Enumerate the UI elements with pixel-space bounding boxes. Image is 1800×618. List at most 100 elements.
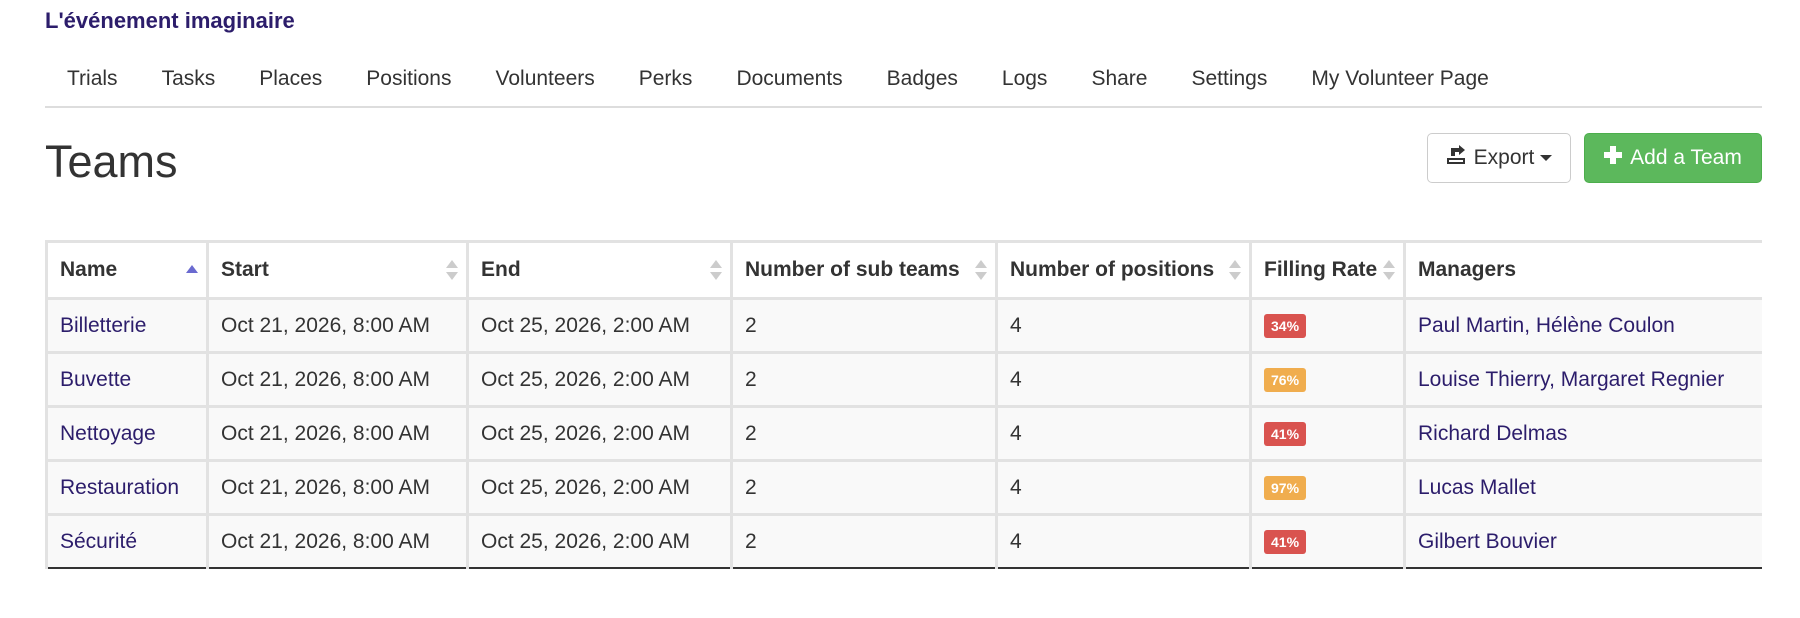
nav-item-perks[interactable]: Perks — [617, 56, 715, 102]
end-cell: Oct 25, 2026, 2:00 AM — [466, 513, 733, 569]
managers-cell: Gilbert Bouvier — [1403, 513, 1762, 569]
nav-item-logs[interactable]: Logs — [980, 56, 1070, 102]
nav-item-tasks[interactable]: Tasks — [140, 56, 238, 102]
filling-rate-cell: 34% — [1249, 297, 1406, 354]
end-cell: Oct 25, 2026, 2:00 AM — [466, 459, 733, 516]
nav-item-share[interactable]: Share — [1069, 56, 1169, 102]
table-row: Billetterie Oct 21, 2026, 8:00 AM Oct 25… — [45, 297, 1762, 354]
column-header-positions[interactable]: Number of positions — [995, 240, 1252, 300]
sort-ascending-icon — [186, 259, 198, 281]
event-title-link[interactable]: L'événement imaginaire — [45, 8, 295, 34]
column-header-sub-teams[interactable]: Number of sub teams — [730, 240, 998, 300]
managers-cell: Lucas Mallet — [1403, 459, 1762, 516]
column-header-end[interactable]: End — [466, 240, 733, 300]
sub-teams-cell: 2 — [730, 459, 998, 516]
managers-link[interactable]: Louise Thierry, Margaret Regnier — [1418, 368, 1724, 391]
table-row: Sécurité Oct 21, 2026, 8:00 AM Oct 25, 2… — [45, 513, 1762, 569]
teams-table: Name Start End Number of sub teams Numbe… — [45, 240, 1762, 569]
column-header-label: Start — [221, 258, 269, 281]
nav-item-places[interactable]: Places — [237, 56, 344, 102]
nav-item-settings[interactable]: Settings — [1169, 56, 1289, 102]
sort-icon — [446, 259, 458, 281]
positions-cell: 4 — [995, 459, 1252, 516]
add-team-label: Add a Team — [1630, 146, 1742, 169]
positions-cell: 4 — [995, 405, 1252, 462]
filling-rate-badge: 76% — [1264, 368, 1307, 392]
export-label: Export — [1473, 146, 1535, 169]
page: L'événement imaginaire Trials Tasks Plac… — [0, 0, 1800, 618]
column-header-start[interactable]: Start — [206, 240, 469, 300]
team-name-link[interactable]: Billetterie — [60, 314, 146, 337]
managers-link[interactable]: Richard Delmas — [1418, 422, 1567, 445]
managers-link[interactable]: Lucas Mallet — [1418, 476, 1536, 499]
export-button[interactable]: Export — [1427, 133, 1571, 183]
filling-rate-cell: 41% — [1249, 405, 1406, 462]
column-header-label: Number of positions — [1010, 258, 1215, 281]
column-header-filling-rate[interactable]: Filling Rate — [1249, 240, 1406, 300]
start-cell: Oct 21, 2026, 8:00 AM — [206, 513, 469, 569]
table-header-row: Name Start End Number of sub teams Numbe… — [45, 240, 1762, 300]
column-header-label: End — [481, 258, 521, 281]
team-name-cell: Sécurité — [45, 513, 209, 569]
nav-item-trials[interactable]: Trials — [45, 56, 140, 102]
filling-rate-cell: 76% — [1249, 351, 1406, 408]
nav-item-my-volunteer-page[interactable]: My Volunteer Page — [1289, 56, 1510, 102]
team-name-link[interactable]: Restauration — [60, 476, 179, 499]
end-cell: Oct 25, 2026, 2:00 AM — [466, 351, 733, 408]
nav-item-badges[interactable]: Badges — [865, 56, 980, 102]
nav-item-volunteers[interactable]: Volunteers — [474, 56, 617, 102]
managers-link[interactable]: Paul Martin, Hélène Coulon — [1418, 314, 1675, 337]
sub-teams-cell: 2 — [730, 513, 998, 569]
filling-rate-badge: 34% — [1264, 314, 1307, 338]
main-nav: Trials Tasks Places Positions Volunteers… — [45, 52, 1762, 108]
start-cell: Oct 21, 2026, 8:00 AM — [206, 351, 469, 408]
team-name-link[interactable]: Buvette — [60, 368, 131, 391]
team-name-link[interactable]: Sécurité — [60, 530, 137, 553]
end-cell: Oct 25, 2026, 2:00 AM — [466, 405, 733, 462]
filling-rate-badge: 97% — [1264, 476, 1307, 500]
column-header-label: Filling Rate — [1264, 258, 1378, 281]
filling-rate-cell: 97% — [1249, 459, 1406, 516]
team-name-cell: Billetterie — [45, 297, 209, 354]
column-header-name[interactable]: Name — [45, 240, 209, 300]
chevron-down-icon — [1540, 155, 1553, 161]
managers-cell: Louise Thierry, Margaret Regnier — [1403, 351, 1762, 408]
filling-rate-badge: 41% — [1264, 530, 1307, 554]
team-name-cell: Restauration — [45, 459, 209, 516]
nav-item-documents[interactable]: Documents — [714, 56, 864, 102]
table-row: Nettoyage Oct 21, 2026, 8:00 AM Oct 25, … — [45, 405, 1762, 462]
sub-teams-cell: 2 — [730, 405, 998, 462]
filling-rate-badge: 41% — [1264, 422, 1307, 446]
team-name-link[interactable]: Nettoyage — [60, 422, 156, 445]
start-cell: Oct 21, 2026, 8:00 AM — [206, 405, 469, 462]
managers-link[interactable]: Gilbert Bouvier — [1418, 530, 1557, 553]
table-row: Restauration Oct 21, 2026, 8:00 AM Oct 2… — [45, 459, 1762, 516]
sort-icon — [1229, 259, 1241, 281]
managers-cell: Richard Delmas — [1403, 405, 1762, 462]
nav-item-positions[interactable]: Positions — [344, 56, 473, 102]
page-title: Teams — [45, 136, 178, 187]
sub-teams-cell: 2 — [730, 297, 998, 354]
sort-icon — [975, 259, 987, 281]
team-name-cell: Nettoyage — [45, 405, 209, 462]
sort-icon — [710, 259, 722, 281]
sort-icon — [1383, 259, 1395, 281]
start-cell: Oct 21, 2026, 8:00 AM — [206, 459, 469, 516]
end-cell: Oct 25, 2026, 2:00 AM — [466, 297, 733, 354]
sub-teams-cell: 2 — [730, 351, 998, 408]
column-header-label: Number of sub teams — [745, 258, 960, 281]
positions-cell: 4 — [995, 351, 1252, 408]
column-header-managers[interactable]: Managers — [1403, 240, 1762, 300]
table-row: Buvette Oct 21, 2026, 8:00 AM Oct 25, 20… — [45, 351, 1762, 408]
export-icon — [1446, 145, 1466, 171]
teams-table-container: Name Start End Number of sub teams Numbe… — [45, 240, 1762, 586]
column-header-label: Name — [60, 258, 118, 281]
column-header-label: Managers — [1418, 258, 1517, 281]
positions-cell: 4 — [995, 297, 1252, 354]
plus-icon — [1604, 146, 1623, 170]
start-cell: Oct 21, 2026, 8:00 AM — [206, 297, 469, 354]
managers-cell: Paul Martin, Hélène Coulon — [1403, 297, 1762, 354]
team-name-cell: Buvette — [45, 351, 209, 408]
add-team-button[interactable]: Add a Team — [1584, 133, 1762, 183]
filling-rate-cell: 41% — [1249, 513, 1406, 569]
